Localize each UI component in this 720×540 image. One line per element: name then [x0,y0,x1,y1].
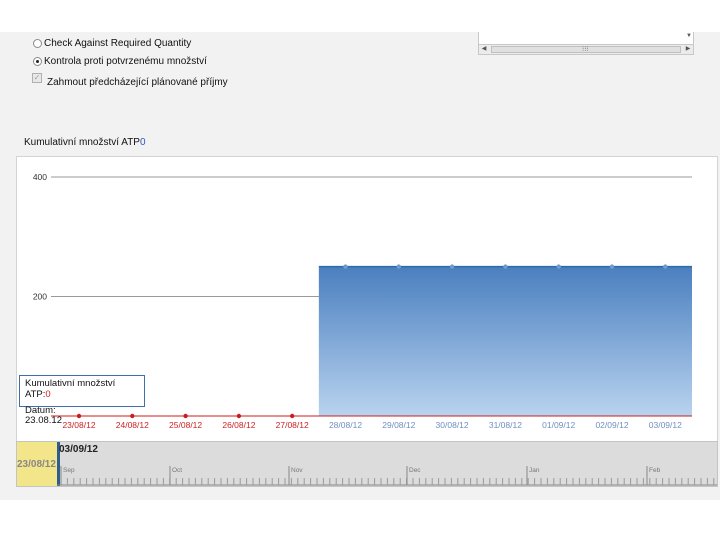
tooltip-atp-label: ATP: [25,389,46,400]
month-label: Jan [529,467,540,474]
x-tick-label: 29/08/12 [382,420,415,430]
y-tick-label: 200 [33,292,47,302]
timeline-ruler[interactable]: Sep Oct Nov Dec Jan Feb [57,464,717,486]
month-label: Feb [649,467,661,474]
x-tick-label: 01/09/12 [542,420,575,430]
radio-check-required-label: Check Against Required Quantity [44,38,192,49]
x-tick-label: 23/08/12 [62,420,95,430]
x-tick-label: 27/08/12 [276,420,309,430]
scroll-right-icon[interactable]: ▶ [683,45,693,54]
data-point [503,264,508,269]
data-point [609,264,615,269]
timeline-current-label: 03/09/12 [59,444,98,455]
timeline-navigator[interactable]: 23/08/12 03/09/12 Sep Oct Nov Dec Jan Feb [16,441,718,487]
x-tick-label: 03/09/12 [649,420,682,430]
tooltip-atp: ATP:0 [25,389,139,400]
x-tick-label: 25/08/12 [169,420,202,430]
area-series [318,266,692,416]
data-point [556,264,561,269]
x-tick-label: 26/08/12 [222,420,255,430]
data-point [76,413,82,419]
section-title: Kumulativní množství ATP0 [24,137,146,148]
chart-tooltip: Kumulativní množství ATP:0 [19,375,145,407]
radio-selected-icon[interactable] [33,57,42,66]
month-label: Nov [291,467,303,474]
data-point [343,264,348,269]
radio-check-confirmed-label: Kontrola proti potvrzenému množství [44,56,207,67]
x-tick-label: 30/08/12 [436,420,469,430]
data-point [396,264,401,269]
data-point [663,264,668,269]
checkbox-checked-icon[interactable]: ✓ [32,72,42,83]
data-point [183,413,188,419]
data-point [449,264,455,269]
x-tick-label: 02/09/12 [595,420,628,430]
data-point [130,413,135,419]
section-title-text: Kumulativní množství ATP [24,137,140,148]
grip-icon: ⁝⁝⁝ [582,46,589,53]
list-box[interactable]: ▼ [478,32,694,44]
month-label: Sep [63,467,75,474]
tooltip-title: Kumulativní množství [25,378,116,389]
x-tick-label: 28/08/12 [329,420,362,430]
scroll-down-icon[interactable]: ▼ [686,33,692,39]
month-label: Dec [409,467,421,474]
data-point [290,413,295,419]
scroll-thumb[interactable]: ⁝⁝⁝ [491,46,681,53]
scroll-left-icon[interactable]: ◀ [479,45,489,54]
data-point [236,413,242,419]
radio-check-confirmed[interactable]: Kontrola proti potvrzenému množství [33,56,207,67]
x-tick-label: 24/08/12 [116,420,149,430]
radio-icon[interactable] [33,39,42,48]
tooltip-date: Datum: 23.08.12 [25,406,62,426]
x-tick-label: 31/08/12 [489,420,522,430]
timeline-start-label: 23/08/12 [17,459,56,470]
y-tick-label: 400 [33,172,47,182]
tooltip-atp-value: 0 [45,389,51,400]
section-title-value: 0 [139,137,146,148]
checkbox-planned-receipts-label: Zahmout předcházející plánované příjmy [47,77,228,88]
month-label: Oct [172,467,182,474]
checkbox-planned-receipts[interactable]: ✓ Zahmout předcházející plánované příjmy [32,72,228,88]
radio-check-required[interactable]: Check Against Required Quantity [33,38,191,49]
horizontal-scrollbar[interactable]: ◀ ⁝⁝⁝ ▶ [478,44,694,55]
tooltip-date-value: 23.08.12 [25,415,62,426]
